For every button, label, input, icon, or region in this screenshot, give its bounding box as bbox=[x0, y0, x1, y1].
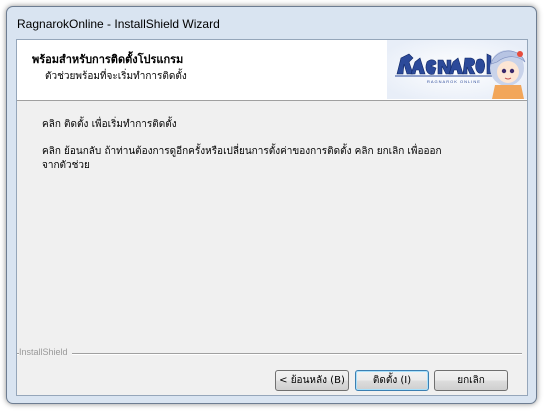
install-button[interactable]: ติดตั้ง (I) bbox=[355, 370, 429, 391]
cancel-button[interactable]: ยกเลิก bbox=[434, 370, 508, 391]
ragnarok-logo-icon: RAGNAROK ONLINE bbox=[387, 40, 527, 99]
header-subtitle: ตัวช่วยพร้อมที่จะเริ่มทำการติดตั้ง bbox=[45, 71, 187, 82]
installer-window: RagnarokOnline - InstallShield Wizard พร… bbox=[6, 6, 537, 404]
logo-subtext: RAGNAROK ONLINE bbox=[427, 79, 481, 84]
wizard-header: พร้อมสำหรับการติดตั้งโปรแกรม ตัวช่วยพร้อ… bbox=[17, 40, 527, 101]
title-bar[interactable]: RagnarokOnline - InstallShield Wizard bbox=[7, 7, 536, 39]
header-title: พร้อมสำหรับการติดตั้งโปรแกรม bbox=[32, 53, 184, 66]
divider-rule bbox=[17, 353, 522, 355]
back-cancel-instruction-cont: จากตัวช่วย bbox=[42, 160, 90, 171]
back-button[interactable]: < ย้อนหลัง (B) bbox=[275, 370, 349, 391]
wizard-client-area: พร้อมสำหรับการติดตั้งโปรแกรม ตัวช่วยพร้อ… bbox=[16, 39, 528, 396]
window-title: RagnarokOnline - InstallShield Wizard bbox=[17, 17, 220, 31]
install-instruction: คลิก ติดตั้ง เพื่อเริ่มทำการติดตั้ง bbox=[42, 119, 177, 130]
ragnarok-banner-image: RAGNAROK ONLINE bbox=[387, 40, 527, 99]
back-cancel-instruction: คลิก ย้อนกลับ ถ้าท่านต้องการดูอีกครั้งหร… bbox=[42, 146, 442, 157]
installshield-brand: InstallShield bbox=[19, 347, 72, 357]
installshield-divider: InstallShield bbox=[17, 345, 522, 359]
